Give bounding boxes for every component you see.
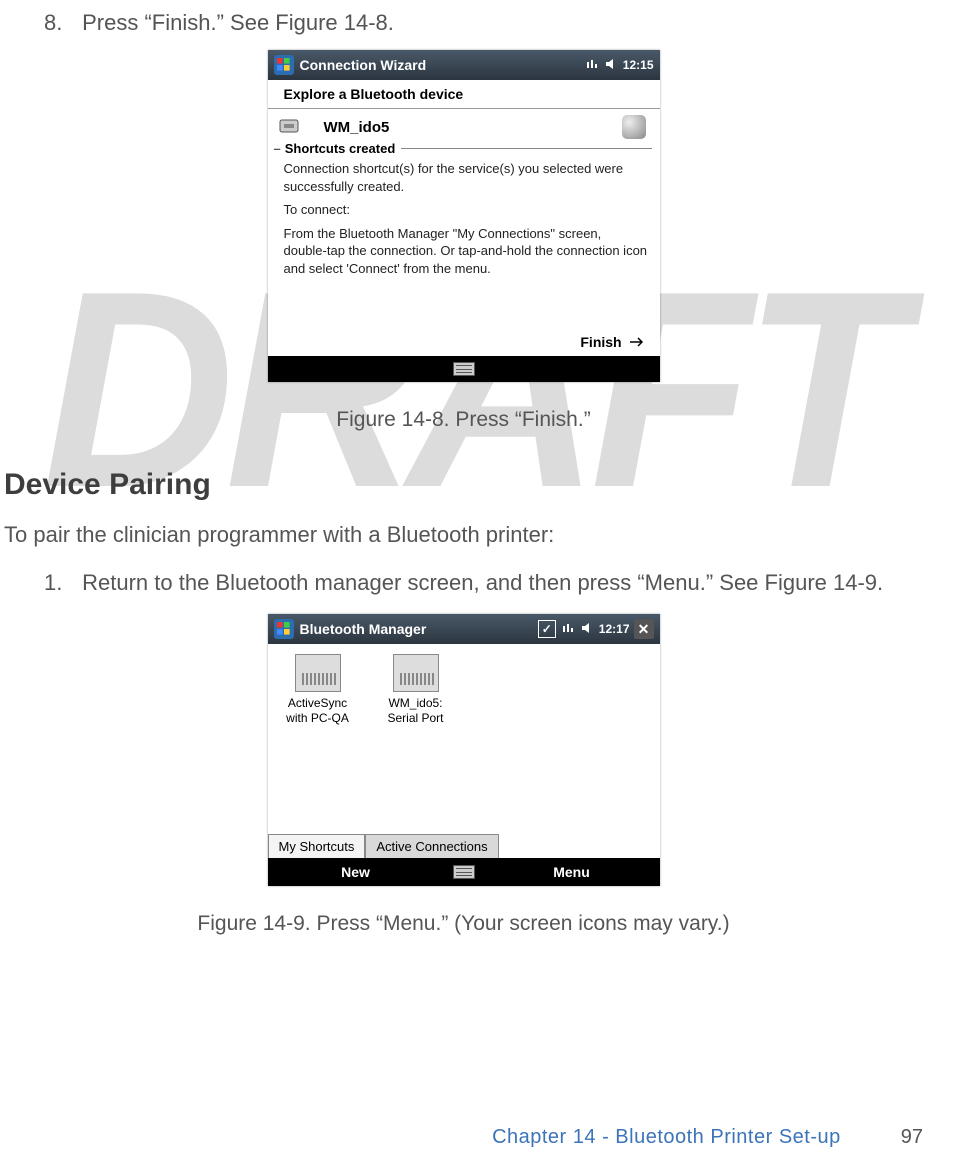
finish-button-label: Finish: [580, 334, 621, 350]
info-bubble-icon: [622, 115, 646, 139]
keyboard-icon: [453, 865, 475, 879]
windows-start-icon: [274, 55, 294, 75]
footer-page-number: 97: [901, 1126, 923, 1149]
titlebar: Connection Wizard 12:15: [268, 50, 660, 80]
group-label: Shortcuts created: [285, 141, 396, 156]
titlebar-2-time: 12:17: [599, 622, 630, 636]
connectivity-icon: [561, 621, 575, 638]
step-1: 1. Return to the Bluetooth manager scree…: [4, 570, 923, 596]
keyboard-icon: [453, 362, 475, 376]
step-8-text: Press “Finish.” See Figure 14-8.: [82, 10, 394, 35]
softkey-new: New: [268, 864, 444, 880]
shortcut-item-activesync: ActiveSync with PC-QA: [278, 654, 358, 725]
group-dash: –: [274, 141, 281, 156]
wizard-header: Explore a Bluetooth device: [268, 80, 660, 109]
shortcut-label-2a: WM_ido5:: [376, 696, 456, 710]
titlebar-time: 12:15: [623, 58, 654, 72]
finish-arrow-icon: [630, 334, 646, 350]
activesync-icon: [295, 654, 341, 692]
wizard-text-1: Connection shortcut(s) for the service(s…: [284, 160, 648, 195]
shortcut-label-1b: with PC-QA: [278, 711, 358, 725]
serialport-icon: [393, 654, 439, 692]
shortcut-item-serialport: WM_ido5: Serial Port: [376, 654, 456, 725]
step-8: 8. Press “Finish.” See Figure 14-8.: [4, 10, 923, 36]
titlebar-2-title: Bluetooth Manager: [300, 621, 427, 637]
volume-icon: [604, 57, 618, 74]
connectivity-icon: [585, 57, 599, 74]
device-name: WM_ido5: [324, 119, 390, 136]
figure-14-9-screenshot: Bluetooth Manager ✓ 12:17 ✕ Ac: [268, 614, 660, 886]
volume-icon: [580, 621, 594, 638]
device-icon: [278, 116, 306, 138]
figure-14-8-caption: Figure 14-8. Press “Finish.”: [4, 408, 923, 432]
titlebar-title: Connection Wizard: [300, 57, 427, 73]
close-icon: ✕: [634, 619, 654, 639]
titlebar-2: Bluetooth Manager ✓ 12:17 ✕: [268, 614, 660, 644]
soft-key-bar: [268, 356, 660, 382]
pairing-intro: To pair the clinician programmer with a …: [4, 522, 923, 548]
step-1-text: Return to the Bluetooth manager screen, …: [82, 570, 883, 595]
soft-key-bar-2: New Menu: [268, 858, 660, 886]
tab-active-connections: Active Connections: [365, 834, 498, 858]
shortcut-label-1a: ActiveSync: [278, 696, 358, 710]
softkey-menu: Menu: [484, 864, 660, 880]
figure-14-8-screenshot: Connection Wizard 12:15 Explore a Blueto…: [268, 50, 660, 382]
step-1-number: 1.: [44, 570, 76, 596]
step-8-number: 8.: [44, 10, 76, 36]
section-heading-device-pairing: Device Pairing: [4, 468, 923, 502]
footer-chapter: Chapter 14 - Bluetooth Printer Set-up: [492, 1126, 841, 1149]
wizard-text-2: To connect:: [284, 201, 648, 219]
shortcut-label-2b: Serial Port: [376, 711, 456, 725]
windows-start-icon: [274, 619, 294, 639]
tab-my-shortcuts: My Shortcuts: [268, 834, 366, 858]
figure-14-9-caption: Figure 14-9. Press “Menu.” (Your screen …: [4, 912, 923, 936]
wizard-text-3: From the Bluetooth Manager "My Connectio…: [284, 225, 648, 278]
notification-check-icon: ✓: [538, 620, 556, 638]
